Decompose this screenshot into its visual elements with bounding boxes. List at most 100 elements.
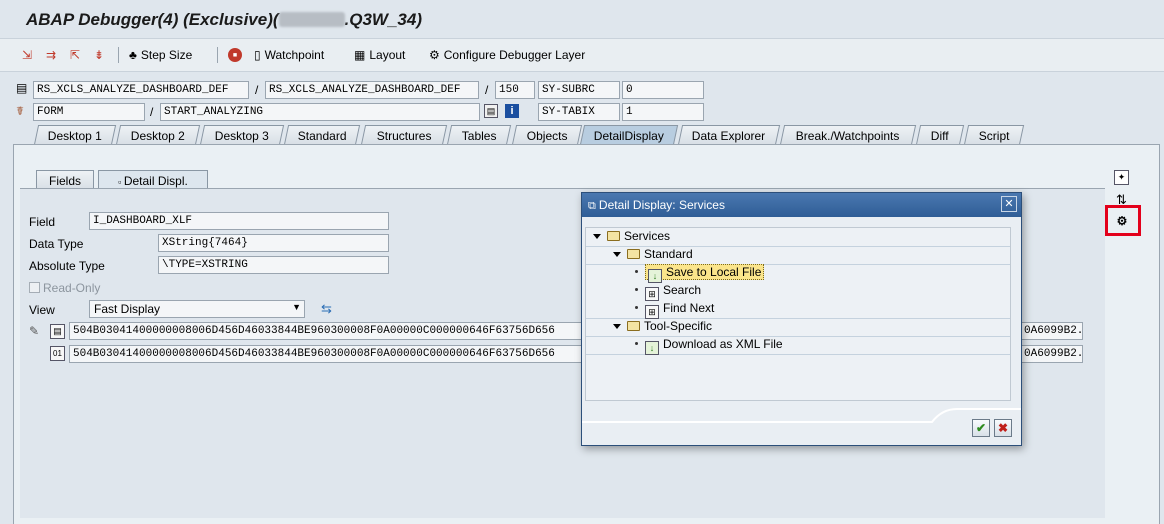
datatype-label: Data Type xyxy=(29,237,84,251)
chevron-down-icon: ▼ xyxy=(292,302,301,312)
tree-node-tool-specific[interactable]: Tool-Specific xyxy=(586,319,1010,337)
cancel-x-button[interactable]: ✖ xyxy=(994,419,1012,437)
tab-diff[interactable]: Diff xyxy=(915,125,965,145)
tab-script[interactable]: Script xyxy=(963,125,1025,145)
folder-icon xyxy=(627,249,640,259)
application-toolbar: ⇲ ⇉ ⇱ ⇟ ♣ Step Size ■ ▯ Watchpoint ▦ Layout… xyxy=(0,38,1164,72)
tree-node-search[interactable]: ⊞ Search xyxy=(586,283,1010,301)
block-type-field[interactable]: FORM xyxy=(33,103,145,121)
toolbar-separator xyxy=(217,47,218,63)
tab-structures[interactable]: Structures xyxy=(360,125,448,145)
bullet-icon xyxy=(635,306,638,309)
sy-tabix-label: SY-TABIX xyxy=(538,103,620,121)
window-title-prefix: ABAP Debugger(4) (Exclusive)( xyxy=(26,10,279,29)
expand-icon xyxy=(613,324,621,329)
dialog-close-button[interactable]: ✕ xyxy=(1001,196,1017,212)
field-name-value[interactable]: I_DASHBOARD_XLF xyxy=(89,212,389,230)
view-select-value: Fast Display xyxy=(94,302,161,316)
expand-icon xyxy=(593,234,601,239)
window-title-suffix: .Q3W_34) xyxy=(344,10,423,29)
subtab-detail-displ[interactable]: ▫ Detail Displ. xyxy=(98,170,208,190)
tab-desktop-1[interactable]: Desktop 1 xyxy=(33,125,117,145)
step-return-icon: ⇱ xyxy=(70,48,81,62)
absolute-type-label: Absolute Type xyxy=(29,259,105,273)
hex-value-line-1[interactable]: 504B03041400000008006D456D46033844BE9603… xyxy=(69,322,582,340)
return-button[interactable]: ⇱ xyxy=(70,46,80,64)
line-field[interactable]: 150 xyxy=(495,81,535,99)
dialog-title: Detail Display: Services xyxy=(598,198,725,212)
field-label: Field xyxy=(29,215,56,229)
watchpoint-button[interactable]: ▯ Watchpoint xyxy=(254,46,324,64)
tree-node-services[interactable]: Services xyxy=(586,229,1010,247)
redacted-system-name xyxy=(278,12,345,27)
program-icon: ▤ xyxy=(16,81,28,95)
read-only-checkbox[interactable] xyxy=(29,282,40,293)
tab-breakpoints-watchpoints[interactable]: Break./Watchpoints xyxy=(779,125,917,145)
layout-icon: ▦ xyxy=(354,48,366,62)
layout-button[interactable]: ▦ Layout xyxy=(354,46,405,64)
new-tool-icon[interactable]: ✦ xyxy=(1114,170,1129,185)
continue-button[interactable]: ⇟ xyxy=(94,46,104,64)
confirm-checkmark-button[interactable]: ✔ xyxy=(972,419,990,437)
sy-subrc-label: SY-SUBRC xyxy=(538,81,620,99)
info-icon[interactable]: i xyxy=(505,104,519,118)
tab-objects[interactable]: Objects xyxy=(511,125,583,145)
step-size-label: Step Size xyxy=(140,48,193,62)
window-title: ABAP Debugger(4) (Exclusive)( .Q3W_34) xyxy=(26,10,422,30)
watchpoint-label: Watchpoint xyxy=(264,48,325,62)
configure-icon: ⚙ xyxy=(429,48,440,62)
include-field[interactable]: RS_XCLS_ANALYZE_DASHBOARD_DEF xyxy=(265,81,479,99)
stop-button[interactable]: ■ xyxy=(228,46,242,64)
sy-tabix-value[interactable]: 1 xyxy=(622,103,704,121)
services-dialog: ⧉ Detail Display: Services ✕ Services St… xyxy=(581,192,1022,446)
hex-value-line-2-end: 0A6099B2.. xyxy=(1020,345,1083,363)
tab-detaildisplay[interactable]: DetailDisplay xyxy=(579,125,679,145)
separator-slash: / xyxy=(150,105,154,119)
download-xml-icon: ↓ xyxy=(645,341,659,355)
dialog-titlebar: ⧉ Detail Display: Services ✕ xyxy=(582,193,1021,217)
view-label: View xyxy=(29,303,55,317)
step-over-icon: ⇉ xyxy=(46,48,57,62)
selected-node[interactable]: ↓ Save to Local File xyxy=(645,264,765,283)
tab-desktop-3[interactable]: Desktop 3 xyxy=(199,125,285,145)
step-size-icon: ♣ xyxy=(129,48,137,62)
tab-tables[interactable]: Tables xyxy=(446,125,512,145)
tree-node-standard[interactable]: Standard xyxy=(586,247,1010,265)
edit-pencil-icon[interactable]: ✎ xyxy=(29,325,39,337)
source-display-icon[interactable]: ▤ xyxy=(484,104,498,118)
read-only-label: Read-Only xyxy=(43,281,101,295)
tree-node-download-xml[interactable]: ↓ Download as XML File xyxy=(586,337,1010,355)
absolute-type-value: \TYPE=XSTRING xyxy=(158,256,389,274)
folder-icon xyxy=(627,321,640,331)
execute-button[interactable]: ⇉ xyxy=(46,46,56,64)
tab-standard[interactable]: Standard xyxy=(283,125,361,145)
datatype-value: XString{7464} xyxy=(158,234,389,252)
layout-label: Layout xyxy=(369,48,406,62)
hex-value-line-2[interactable]: 504B03041400000008006D456D46033844BE9603… xyxy=(69,345,582,363)
step-into-icon: ⇲ xyxy=(22,48,33,62)
highlight-box xyxy=(1105,205,1141,236)
step-size-button[interactable]: ♣ Step Size xyxy=(129,46,192,64)
text-view-icon[interactable]: ▤ xyxy=(50,324,65,339)
sy-subrc-value[interactable]: 0 xyxy=(622,81,704,99)
configure-layer-button[interactable]: ⚙ Configure Debugger Layer xyxy=(429,46,585,64)
hex-value-line-1-end: 0A6099B2.. xyxy=(1020,322,1083,340)
bullet-icon xyxy=(635,342,638,345)
tab-data-explorer[interactable]: Data Explorer xyxy=(677,125,781,145)
toolbar-separator xyxy=(118,47,119,63)
binary-view-icon[interactable]: 01 xyxy=(50,346,65,361)
tree-node-save-local[interactable]: ↓ Save to Local File xyxy=(586,264,1010,283)
export-icon[interactable]: ⇆ xyxy=(321,302,332,315)
binoculars-icon: ⊞ xyxy=(645,287,659,301)
subtab-fields[interactable]: Fields xyxy=(36,170,94,190)
program-field[interactable]: RS_XCLS_ANALYZE_DASHBOARD_DEF xyxy=(33,81,249,99)
block-name-field[interactable]: START_ANALYZING xyxy=(160,103,480,121)
tab-desktop-2[interactable]: Desktop 2 xyxy=(115,125,201,145)
document-icon: ▯ xyxy=(254,48,261,62)
bullet-icon xyxy=(635,288,638,291)
view-select[interactable]: Fast Display ▼ xyxy=(89,300,305,318)
separator-slash: / xyxy=(255,83,259,97)
dialog-window-icon: ⧉ xyxy=(588,200,599,212)
tree-node-find-next[interactable]: ⊞ Find Next xyxy=(586,301,1010,319)
single-step-button[interactable]: ⇲ xyxy=(22,46,32,64)
